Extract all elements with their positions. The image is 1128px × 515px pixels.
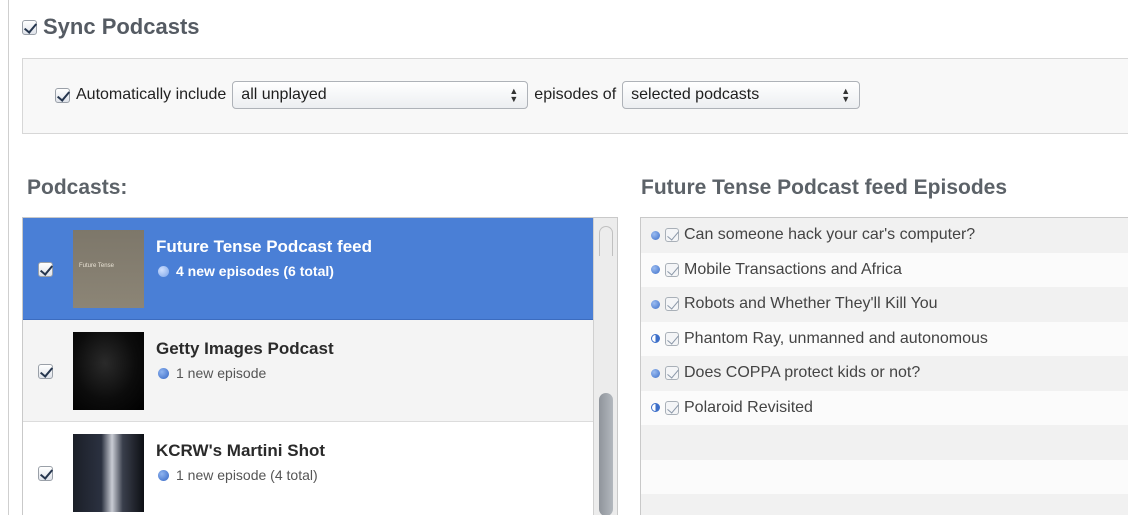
episode-title: Robots and Whether They'll Kill You bbox=[684, 295, 938, 313]
unplayed-dot-icon bbox=[651, 368, 660, 378]
podcast-checkbox[interactable] bbox=[38, 466, 53, 481]
unplayed-dot-icon bbox=[158, 469, 169, 481]
podcast-list: Future Tense Future Tense Podcast feed 4… bbox=[22, 217, 618, 515]
artwork-text: Future Tense bbox=[79, 263, 114, 269]
auto-include-row: Automatically include all unplayed ▲ ▼ ep… bbox=[55, 81, 861, 109]
podcasts-filter-select[interactable]: selected podcasts ▲ ▼ bbox=[622, 81, 861, 109]
sync-podcasts-title: Sync Podcasts bbox=[43, 14, 200, 39]
episode-title: Does COPPA protect kids or not? bbox=[684, 364, 921, 382]
podcast-episode-count: 4 new episodes (6 total) bbox=[158, 263, 334, 279]
podcast-title: Future Tense Podcast feed bbox=[156, 237, 373, 256]
podcast-checkbox[interactable] bbox=[38, 262, 53, 277]
episode-title: Polaroid Revisited bbox=[684, 398, 813, 416]
episode-row[interactable]: Robots and Whether They'll Kill You bbox=[641, 287, 1128, 322]
podcast-artwork bbox=[73, 434, 144, 512]
episode-row[interactable]: Mobile Transactions and Africa bbox=[641, 252, 1128, 287]
podcasts-filter-value: selected podcasts bbox=[631, 86, 760, 103]
episode-title: Phantom Ray, unmanned and autonomous bbox=[684, 329, 988, 347]
updown-arrows-icon: ▲ ▼ bbox=[509, 86, 519, 104]
partially-played-dot-icon bbox=[651, 403, 660, 413]
unplayed-dot-icon bbox=[651, 230, 660, 240]
episode-row[interactable]: Polaroid Revisited bbox=[641, 390, 1128, 425]
episodes-heading: Future Tense Podcast feed Episodes bbox=[641, 176, 1008, 199]
podcast-row-getty-images[interactable]: Getty Images Podcast 1 new episode bbox=[23, 320, 595, 422]
updown-arrows-icon: ▲ ▼ bbox=[841, 86, 851, 104]
episode-list: Can someone hack your car's computer? Mo… bbox=[640, 217, 1128, 515]
episode-checkbox[interactable] bbox=[665, 297, 679, 312]
podcast-subtitle: 1 new episode (4 total) bbox=[176, 467, 318, 483]
podcast-row-future-tense[interactable]: Future Tense Future Tense Podcast feed 4… bbox=[23, 218, 595, 320]
episode-checkbox[interactable] bbox=[665, 228, 679, 243]
episode-row[interactable]: Does COPPA protect kids or not? bbox=[641, 356, 1128, 391]
episode-checkbox[interactable] bbox=[665, 400, 679, 415]
podcast-row-kcrw-martini-shot[interactable]: KCRW's Martini Shot 1 new episode (4 tot… bbox=[23, 422, 595, 515]
auto-include-checkbox[interactable] bbox=[55, 87, 70, 103]
podcast-episode-count: 1 new episode (4 total) bbox=[158, 467, 318, 483]
podcast-subtitle: 4 new episodes (6 total) bbox=[176, 263, 334, 279]
podcast-subtitle: 1 new episode bbox=[176, 365, 267, 381]
sync-podcasts-header: Sync Podcasts bbox=[22, 14, 200, 40]
podcast-checkbox[interactable] bbox=[38, 364, 53, 379]
episode-row[interactable]: Can someone hack your car's computer? bbox=[641, 218, 1128, 253]
podcasts-heading: Podcasts: bbox=[27, 176, 128, 199]
episodes-filter-value: all unplayed bbox=[241, 86, 327, 103]
empty-row bbox=[641, 425, 1128, 460]
sync-options-panel: Automatically include all unplayed ▲ ▼ ep… bbox=[22, 58, 1128, 134]
podcast-artwork bbox=[73, 332, 144, 410]
podcast-title: KCRW's Martini Shot bbox=[156, 441, 326, 460]
episode-row[interactable]: Phantom Ray, unmanned and autonomous bbox=[641, 321, 1128, 356]
episode-checkbox[interactable] bbox=[665, 262, 679, 277]
empty-row bbox=[641, 459, 1128, 494]
episode-title: Mobile Transactions and Africa bbox=[684, 260, 902, 278]
unplayed-dot-icon bbox=[158, 265, 169, 277]
sync-podcasts-checkbox[interactable] bbox=[22, 19, 37, 35]
episode-checkbox[interactable] bbox=[665, 331, 679, 346]
scrollbar-track-cap bbox=[599, 226, 613, 256]
unplayed-dot-icon bbox=[651, 299, 660, 309]
podcast-title: Getty Images Podcast bbox=[156, 339, 334, 358]
episode-checkbox[interactable] bbox=[665, 366, 679, 381]
episode-title: Can someone hack your car's computer? bbox=[684, 226, 976, 244]
partially-played-dot-icon bbox=[651, 334, 660, 344]
episodes-of-label: episodes of bbox=[534, 86, 617, 103]
podcast-artwork: Future Tense bbox=[73, 230, 144, 308]
empty-row bbox=[641, 494, 1128, 515]
episodes-filter-select[interactable]: all unplayed ▲ ▼ bbox=[232, 81, 529, 109]
scrollbar-thumb[interactable] bbox=[599, 393, 613, 515]
unplayed-dot-icon bbox=[651, 265, 660, 275]
podcast-list-scrollbar[interactable] bbox=[593, 218, 617, 515]
podcast-episode-count: 1 new episode bbox=[158, 365, 266, 381]
window-left-edge bbox=[8, 0, 9, 515]
auto-include-label: Automatically include bbox=[76, 86, 227, 103]
unplayed-dot-icon bbox=[158, 367, 169, 379]
